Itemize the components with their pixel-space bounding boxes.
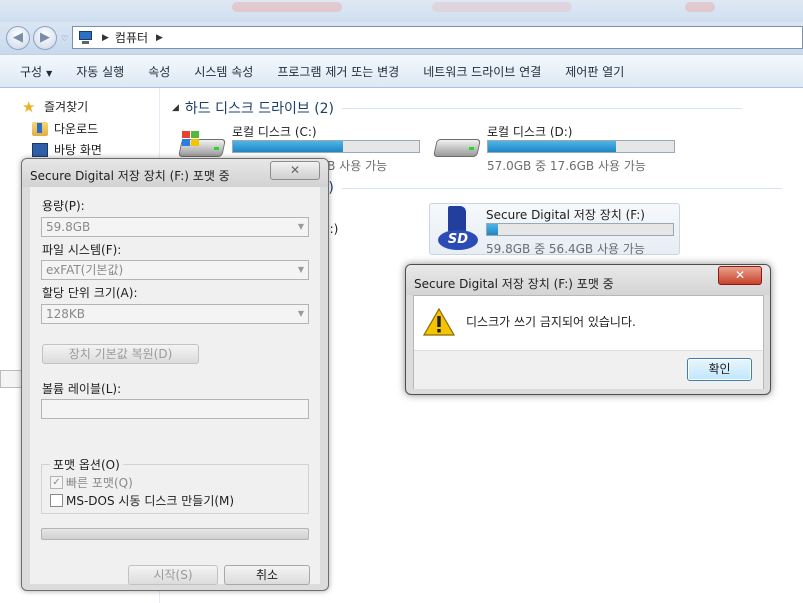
computer-icon	[77, 30, 95, 45]
message-box-close-button[interactable]: ✕	[718, 266, 762, 285]
blurred-title	[232, 2, 342, 12]
recent-pages-dropdown[interactable]: ♡	[61, 34, 68, 43]
msdos-boot-checkbox[interactable]: MS-DOS 시동 디스크 만들기(M)	[50, 492, 234, 509]
chevron-down-icon: ▼	[46, 68, 53, 78]
star-icon: ★	[22, 97, 36, 116]
forward-button[interactable]: ▶	[33, 26, 57, 50]
group-divider	[342, 107, 743, 109]
windows-hard-disk-icon	[178, 131, 226, 159]
drive-usage-bar	[232, 140, 420, 153]
nav-downloads-label: 다운로드	[54, 122, 99, 136]
format-dialog-body: 용량(P): 59.8GB ▼ 파일 시스템(F): exFAT(기본값) ▼ …	[30, 187, 320, 585]
hdd-group-header[interactable]: ◢ 하드 디스크 드라이브 (2)	[172, 98, 743, 118]
file-system-label: 파일 시스템(F):	[42, 243, 122, 257]
nav-desktop[interactable]: 바탕 화면	[32, 141, 102, 158]
format-dialog-title: Secure Digital 저장 장치 (F:) 포맷 중	[30, 169, 230, 183]
breadcrumb-computer[interactable]: 컴퓨터	[115, 29, 148, 46]
message-box-titlebar[interactable]: Secure Digital 저장 장치 (F:) 포맷 중 ✕	[406, 265, 770, 295]
format-dialog-titlebar[interactable]: Secure Digital 저장 장치 (F:) 포맷 중 ✕	[22, 159, 328, 187]
format-options-label: 포맷 옵션(O)	[50, 456, 123, 473]
message-text: 디스크가 쓰기 금지되어 있습니다.	[466, 315, 636, 329]
breadcrumb-separator-icon[interactable]: ▶	[102, 33, 109, 43]
drive-free-space: 59.8GB 중 56.4GB 사용 가능	[486, 242, 645, 256]
navigation-pane-scroll-element[interactable]	[0, 370, 22, 388]
restore-defaults-button[interactable]: 장치 기본값 복원(D)	[42, 344, 199, 364]
allocation-unit-label: 할당 단위 크기(A):	[42, 286, 138, 300]
chevron-down-icon: ▼	[297, 309, 304, 318]
close-icon: ✕	[289, 163, 301, 177]
volume-label-label: 볼륨 레이블(L):	[42, 382, 122, 396]
blurred-title	[685, 2, 715, 12]
collapse-triangle-icon: ◢	[172, 103, 179, 113]
drive-usage-bar	[486, 223, 674, 236]
sd-card-icon: SD	[436, 206, 480, 252]
cancel-button[interactable]: 취소	[224, 565, 310, 585]
forward-arrow-icon: ▶	[40, 30, 50, 45]
chevron-down-icon: ▼	[297, 222, 304, 231]
map-network-drive-button[interactable]: 네트워크 드라이브 연결	[411, 63, 553, 80]
back-button[interactable]: ◀	[6, 26, 30, 50]
capacity-label: 용량(P):	[42, 199, 85, 213]
autoplay-button[interactable]: 자동 실행	[64, 63, 136, 80]
system-properties-button[interactable]: 시스템 속성	[182, 63, 265, 80]
format-options-group: 포맷 옵션(O) ✓ 빠른 포맷(Q) MS-DOS 시동 디스크 만들기(M)	[41, 456, 309, 514]
drive-usage-fill	[488, 141, 617, 152]
drive-name: Secure Digital 저장 장치 (F:)	[486, 208, 645, 222]
warning-icon	[423, 308, 455, 336]
address-bar[interactable]: ▶ 컴퓨터 ▶	[72, 26, 803, 49]
format-progress-bar	[41, 528, 309, 540]
capacity-value: 59.8GB	[46, 220, 91, 234]
nav-favorites[interactable]: ★ 즐겨찾기	[22, 98, 88, 115]
start-button[interactable]: 시작(S)	[128, 565, 218, 585]
removable-group-header[interactable]: (2)	[314, 180, 782, 196]
message-box-title: Secure Digital 저장 장치 (F:) 포맷 중	[414, 277, 614, 291]
allocation-unit-value: 128KB	[46, 307, 86, 321]
drive-free-space: 57.0GB 중 17.6GB 사용 가능	[487, 159, 646, 173]
drive-usage-fill	[487, 224, 499, 235]
ok-button[interactable]: 확인	[687, 358, 752, 381]
hard-disk-icon	[433, 135, 481, 159]
open-control-panel-button[interactable]: 제어판 열기	[553, 63, 636, 80]
group-divider	[341, 187, 782, 189]
checkbox-checked-icon: ✓	[50, 476, 63, 489]
nav-downloads[interactable]: 다운로드	[32, 120, 98, 137]
drive-usage-bar	[487, 140, 675, 153]
properties-button[interactable]: 속성	[136, 63, 182, 80]
format-dialog: Secure Digital 저장 장치 (F:) 포맷 중 ✕ 용량(P): …	[21, 158, 329, 591]
message-box-footer: 확인	[414, 350, 763, 389]
file-system-select[interactable]: exFAT(기본값) ▼	[41, 260, 309, 280]
hdd-group-title: 하드 디스크 드라이브 (2)	[184, 101, 335, 117]
allocation-unit-select[interactable]: 128KB ▼	[41, 304, 309, 324]
breadcrumb-separator-icon[interactable]: ▶	[156, 33, 163, 43]
drive-usage-fill	[233, 141, 343, 152]
drive-f-sd-card[interactable]: SD Secure Digital 저장 장치 (F:) 59.8GB 중 56…	[429, 203, 680, 256]
organize-button[interactable]: 구성 ▼	[8, 63, 64, 80]
chevron-down-icon: ▼	[297, 265, 304, 274]
quick-format-checkbox[interactable]: ✓ 빠른 포맷(Q)	[50, 474, 133, 491]
close-icon: ✕	[734, 268, 746, 282]
nav-desktop-label: 바탕 화면	[54, 143, 102, 157]
format-dialog-close-button[interactable]: ✕	[270, 161, 320, 180]
drive-name: 로컬 디스크 (D:)	[487, 125, 573, 139]
message-box-body: 디스크가 쓰기 금지되어 있습니다. 확인	[413, 295, 764, 389]
nav-favorites-label: 즐겨찾기	[44, 100, 89, 114]
downloads-folder-icon	[32, 121, 48, 136]
blurred-title	[432, 2, 572, 12]
file-system-value: exFAT(기본값)	[46, 263, 124, 277]
capacity-select[interactable]: 59.8GB ▼	[41, 217, 309, 237]
drive-name: 로컬 디스크 (C:)	[232, 125, 317, 139]
msdos-boot-label: MS-DOS 시동 디스크 만들기(M)	[66, 494, 235, 508]
back-arrow-icon: ◀	[13, 30, 23, 45]
command-bar: 구성 ▼ 자동 실행 속성 시스템 속성 프로그램 제거 또는 변경 네트워크 드…	[0, 54, 803, 88]
desktop-icon	[32, 142, 48, 157]
drive-d[interactable]: 로컬 디스크 (D:) 57.0GB 중 17.6GB 사용 가능	[431, 121, 691, 173]
navigation-bar: ◀ ▶ ♡ ▶ 컴퓨터 ▶	[0, 22, 803, 54]
window-top-strip	[0, 0, 803, 22]
uninstall-program-button[interactable]: 프로그램 제거 또는 변경	[265, 63, 411, 80]
volume-label-input[interactable]	[41, 399, 309, 419]
quick-format-label: 빠른 포맷(Q)	[66, 476, 133, 490]
write-protected-message-box: Secure Digital 저장 장치 (F:) 포맷 중 ✕ 디스크가 쓰기…	[405, 264, 771, 395]
checkbox-unchecked-icon	[50, 494, 63, 507]
